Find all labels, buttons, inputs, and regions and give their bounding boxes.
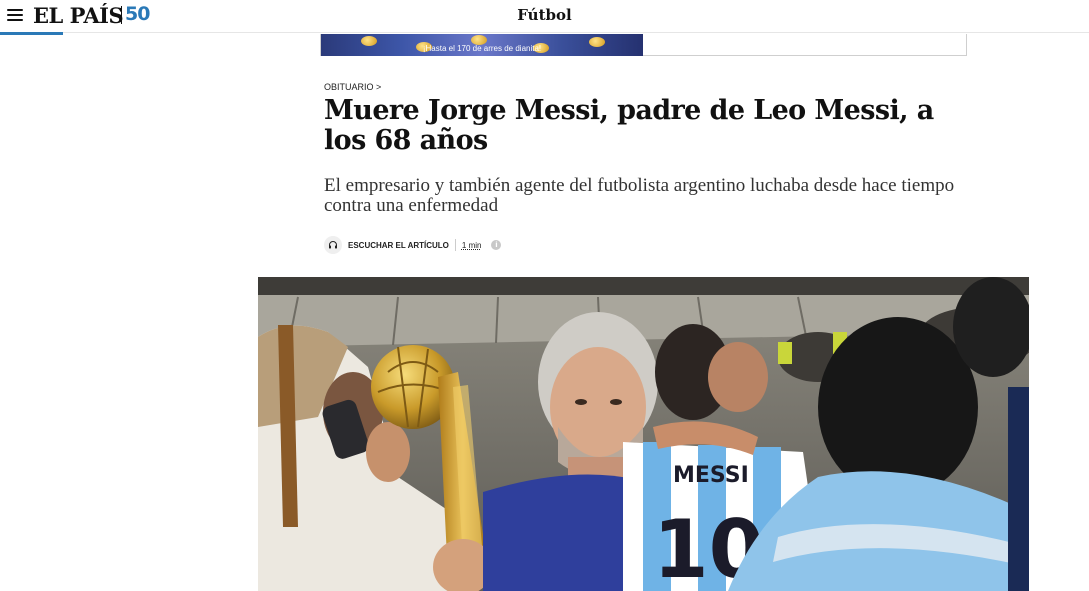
shirt-name: MESSI <box>673 463 749 488</box>
hero-photo: MESSI 10 <box>258 277 1029 591</box>
article-subtitle: El empresario y también agente del futbo… <box>324 175 955 216</box>
ad-caption: ¡Hasta el 170 de arres de dianita! <box>422 44 542 53</box>
listen-article-button[interactable]: ESCUCHAR EL ARTÍCULO <box>348 241 449 250</box>
listen-divider <box>454 239 456 251</box>
listen-article-bar: ESCUCHAR EL ARTÍCULO 1 min i <box>324 236 502 254</box>
ad-image[interactable]: ¡Hasta el 170 de arres de dianita! <box>321 34 643 56</box>
site-header: EL PAÍS 50 Fútbol <box>0 0 1089 33</box>
info-icon[interactable]: i <box>491 240 502 250</box>
article-kicker-link[interactable]: OBITUARIO > <box>324 82 381 92</box>
section-title[interactable]: Fútbol <box>0 6 1089 24</box>
header-accent-bar <box>0 32 63 35</box>
read-time: 1 min <box>461 240 482 250</box>
ad-banner[interactable]: ¡Hasta el 170 de arres de dianita! <box>320 34 967 56</box>
article-headline: Muere Jorge Messi, padre de Leo Messi, a… <box>324 95 934 156</box>
headphones-icon[interactable] <box>324 236 342 254</box>
